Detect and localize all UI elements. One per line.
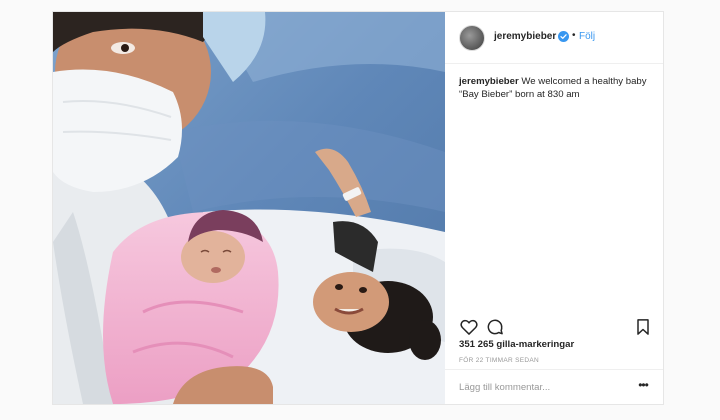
header-separator: • — [572, 30, 576, 41]
post-actions — [445, 317, 663, 339]
more-options-button[interactable]: ••• — [633, 379, 653, 394]
post-header: jeremybieber • Följ — [445, 12, 663, 64]
post-caption: jeremybieber We welcomed a healthy baby … — [459, 75, 655, 101]
comment-row: ••• — [445, 369, 663, 404]
comment-input[interactable] — [459, 379, 619, 395]
post-photo-illustration — [53, 12, 445, 404]
verified-badge-icon — [558, 30, 569, 42]
post-timestamp[interactable]: FÖR 22 TIMMAR SEDAN — [459, 357, 539, 364]
instagram-post: jeremybieber • Följ jeremybieber We welc… — [52, 11, 664, 405]
caption-username[interactable]: jeremybieber — [459, 76, 519, 87]
comment-bubble-icon[interactable] — [485, 317, 505, 337]
avatar[interactable] — [459, 25, 485, 51]
post-sidebar: jeremybieber • Följ jeremybieber We welc… — [445, 12, 663, 404]
header-username[interactable]: jeremybieber — [494, 31, 556, 42]
heart-icon[interactable] — [459, 317, 479, 337]
likes-count[interactable]: 351 265 gilla-markeringar — [459, 339, 574, 350]
bookmark-icon[interactable] — [633, 317, 653, 337]
follow-button[interactable]: Följ — [579, 31, 595, 42]
post-photo[interactable] — [53, 12, 445, 404]
